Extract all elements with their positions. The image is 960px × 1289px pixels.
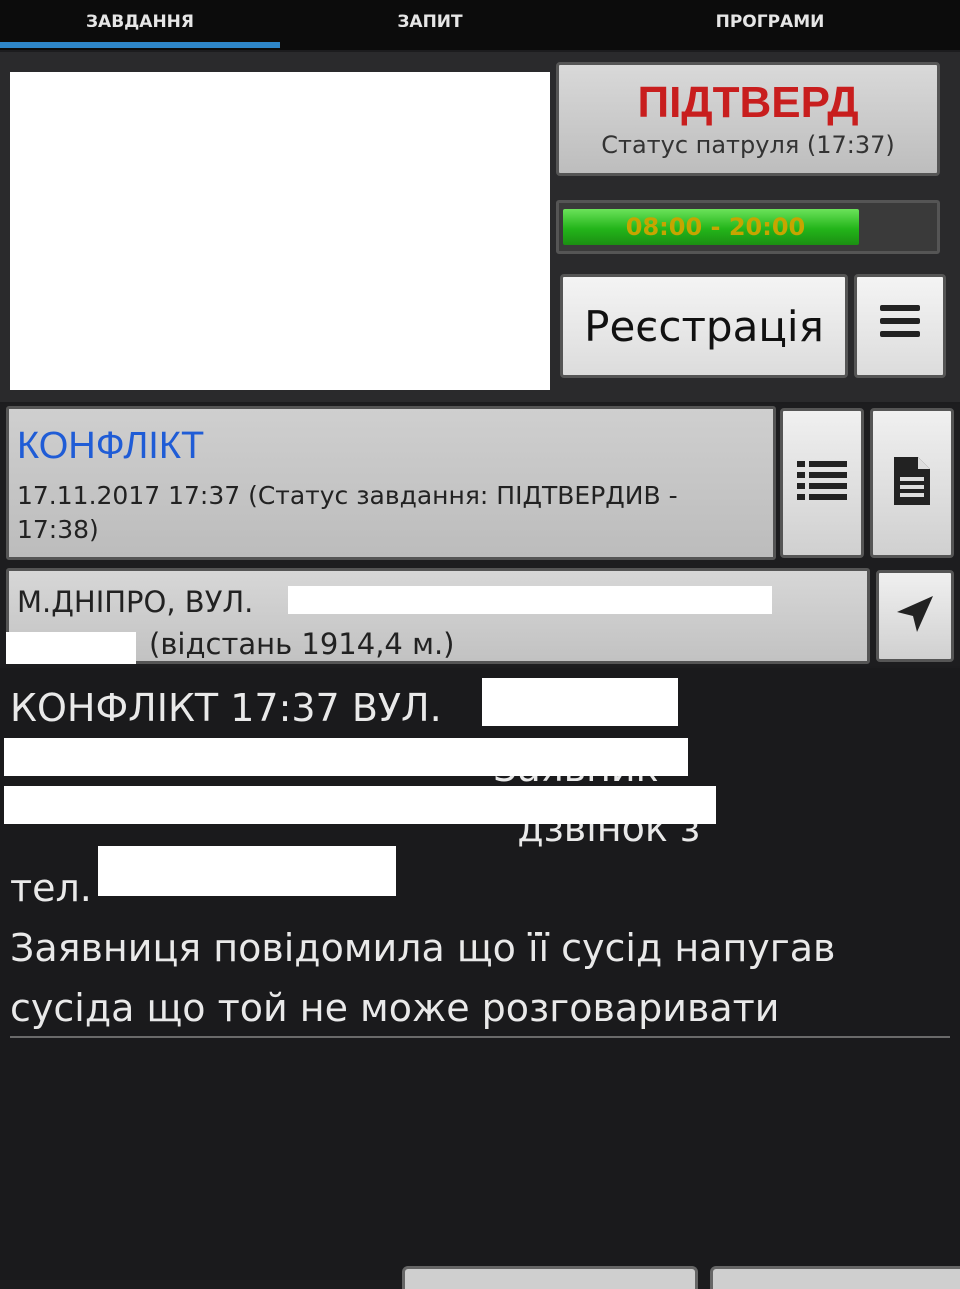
task-document-button[interactable] xyxy=(870,408,954,558)
bottom-action-button[interactable] xyxy=(402,1266,698,1289)
navigate-button[interactable] xyxy=(876,570,954,662)
registration-label: Реєстрація xyxy=(584,301,824,351)
task-type: КОНФЛІКТ xyxy=(17,425,205,467)
address-line: М.ДНІПРО, ВУЛ. xyxy=(17,585,254,619)
bottom-action-button[interactable] xyxy=(710,1266,960,1289)
shift-progress-bar: 08:00 - 20:00 xyxy=(556,200,940,254)
redacted-text xyxy=(4,786,716,824)
task-info: 17.11.2017 17:37 (Статус завдання: ПІДТВ… xyxy=(17,481,678,544)
registration-button[interactable]: Реєстрація xyxy=(560,274,848,378)
tab-bar: ЗАВДАННЯ ЗАПИТ ПРОГРАМИ xyxy=(0,0,960,50)
tab-request[interactable]: ЗАПИТ xyxy=(280,0,580,44)
redacted-address xyxy=(288,586,772,614)
tab-tasks[interactable]: ЗАВДАННЯ xyxy=(0,0,280,44)
navigation-arrow-icon xyxy=(895,594,935,638)
task-card[interactable]: КОНФЛІКТ 17.11.2017 17:37 (Статус завдан… xyxy=(6,406,776,560)
active-tab-indicator xyxy=(0,42,280,48)
redacted-text xyxy=(482,678,678,726)
menu-button[interactable] xyxy=(854,274,946,378)
tab-programs[interactable]: ПРОГРАМИ xyxy=(580,0,960,44)
patrol-status-button[interactable]: ПІДТВЕРД Статус патруля (17:37) xyxy=(556,62,940,176)
redacted-address xyxy=(6,632,136,664)
patrol-status-subtitle: Статус патруля (17:37) xyxy=(601,131,895,159)
divider xyxy=(10,1036,950,1038)
address-distance: (відстань 1914,4 м.) xyxy=(149,627,455,661)
patrol-status-title: ПІДТВЕРД xyxy=(637,78,859,127)
task-list-button[interactable] xyxy=(780,408,864,558)
document-icon xyxy=(892,455,932,511)
list-icon xyxy=(797,459,847,507)
hamburger-icon xyxy=(878,301,922,352)
redacted-area xyxy=(10,72,550,390)
shift-time-range: 08:00 - 20:00 xyxy=(625,213,806,241)
redacted-text xyxy=(4,738,688,776)
redacted-phone xyxy=(98,846,396,896)
